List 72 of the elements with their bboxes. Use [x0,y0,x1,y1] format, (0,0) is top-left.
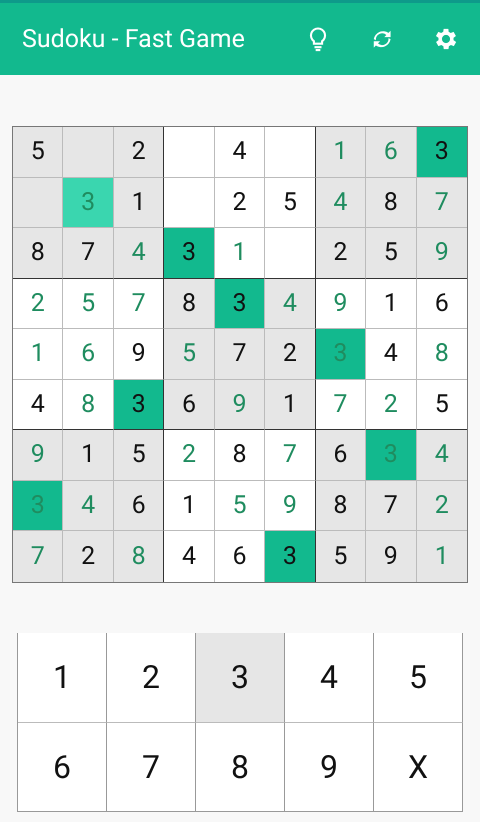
sudoku-cell[interactable]: 9 [366,531,417,582]
sudoku-cell[interactable]: 8 [416,329,467,380]
sudoku-cell[interactable]: 2 [316,228,366,278]
sudoku-cell[interactable]: 8 [164,278,215,329]
sudoku-cell[interactable]: 8 [13,228,64,278]
sudoku-cell[interactable]: 5 [13,127,64,178]
sudoku-cell[interactable]: 5 [214,480,266,531]
sudoku-cell[interactable]: 9 [316,278,366,329]
sudoku-cell[interactable]: 4 [214,127,266,178]
number-key[interactable]: 6 [18,722,107,810]
sudoku-cell[interactable]: 7 [63,228,114,278]
sudoku-cell[interactable]: 3 [114,380,164,430]
sudoku-cell[interactable]: 9 [114,329,164,380]
sudoku-cell[interactable]: 3 [265,531,316,582]
sudoku-cell[interactable]: 7 [265,430,316,480]
app-title: Sudoku - Fast Game [22,24,246,54]
sudoku-cell[interactable]: 6 [316,430,366,480]
sudoku-cell[interactable]: 5 [366,228,417,278]
sudoku-cell[interactable]: 2 [366,380,417,430]
number-key[interactable]: 4 [285,632,374,722]
sudoku-cell[interactable]: 2 [13,278,64,329]
sudoku-cell[interactable]: 6 [214,531,266,582]
sudoku-cell[interactable]: 1 [214,228,266,278]
sudoku-cell[interactable]: 7 [366,480,417,531]
sudoku-cell[interactable]: 1 [13,329,64,380]
sudoku-cell[interactable] [13,178,64,228]
sudoku-cell[interactable]: 8 [366,178,417,228]
sudoku-cell[interactable] [164,127,215,178]
sudoku-cell[interactable]: 5 [316,531,366,582]
sudoku-cell[interactable]: 6 [63,329,114,380]
sudoku-cell[interactable]: 6 [114,480,164,531]
number-key[interactable]: 3 [196,632,285,722]
number-key[interactable]: 7 [107,722,196,810]
sudoku-cell[interactable]: 5 [63,278,114,329]
number-key[interactable]: 9 [285,722,374,810]
number-key[interactable]: 1 [18,632,107,722]
number-key[interactable]: 8 [196,722,285,810]
number-key[interactable]: 2 [107,632,196,722]
sudoku-cell[interactable]: 8 [316,480,366,531]
sudoku-cell[interactable]: 4 [366,329,417,380]
sudoku-cell[interactable] [265,228,316,278]
sudoku-cell[interactable]: 1 [164,480,215,531]
sudoku-cell[interactable]: 7 [214,329,266,380]
sudoku-cell[interactable]: 6 [416,278,467,329]
sudoku-cell[interactable]: 9 [265,480,316,531]
sudoku-cell[interactable]: 1 [265,380,316,430]
number-key[interactable]: X [374,722,463,810]
sudoku-cell[interactable]: 7 [114,278,164,329]
sudoku-cell[interactable]: 2 [265,329,316,380]
sudoku-cell[interactable]: 2 [164,430,215,480]
sudoku-cell[interactable]: 7 [316,380,366,430]
number-key[interactable]: 5 [374,632,463,722]
sudoku-cell[interactable]: 5 [114,430,164,480]
sudoku-cell[interactable]: 1 [114,178,164,228]
sudoku-cell[interactable]: 1 [366,278,417,329]
sudoku-cell[interactable]: 2 [114,127,164,178]
sudoku-cell[interactable]: 8 [63,380,114,430]
sudoku-cell[interactable]: 4 [164,531,215,582]
sudoku-cell[interactable]: 2 [214,178,266,228]
sudoku-cell[interactable] [265,127,316,178]
sudoku-cell[interactable]: 5 [265,178,316,228]
sudoku-cell[interactable]: 3 [164,228,215,278]
sudoku-cell[interactable]: 4 [13,380,64,430]
sudoku-cell[interactable]: 3 [214,278,266,329]
sudoku-cell[interactable] [164,178,215,228]
sudoku-cell[interactable]: 1 [63,430,114,480]
sudoku-cell[interactable]: 8 [214,430,266,480]
sudoku-cell[interactable]: 6 [164,380,215,430]
sudoku-cell[interactable]: 2 [63,531,114,582]
sudoku-cell[interactable]: 5 [416,380,467,430]
sudoku-cell[interactable]: 3 [416,127,467,178]
sudoku-cell[interactable] [63,127,114,178]
